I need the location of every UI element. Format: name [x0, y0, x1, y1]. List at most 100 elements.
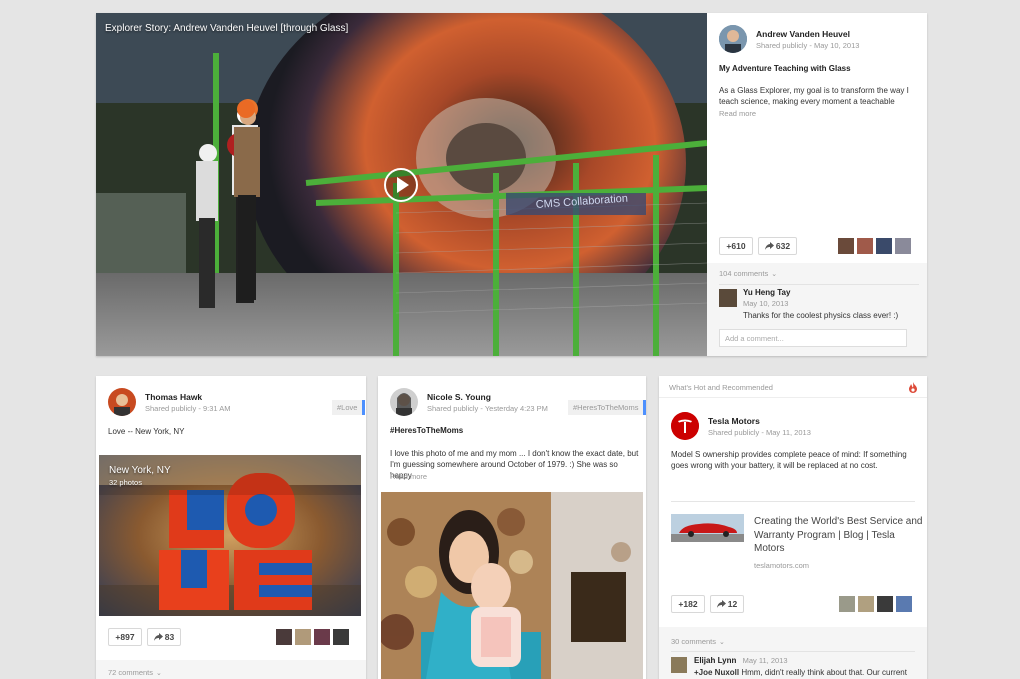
person-icon [108, 388, 136, 416]
share-button[interactable]: 12 [710, 595, 744, 613]
author-avatar[interactable] [719, 25, 747, 53]
link-preview[interactable]: Creating the World's Best Service and Wa… [671, 511, 922, 573]
comments-count: 104 comments [719, 269, 769, 278]
chevron-down-icon: ⌄ [771, 271, 778, 278]
post-meta: Shared publicly - May 11, 2013 [708, 428, 811, 437]
plus-one-button[interactable]: +897 [108, 628, 142, 646]
plusoner-avatar[interactable] [896, 596, 912, 612]
post-card-thomas-hawk: Thomas Hawk Shared publicly - 9:31 AM #L… [96, 376, 366, 679]
comments-toggle[interactable]: 104 comments ⌄ [719, 269, 777, 278]
hot-flame-icon [909, 382, 917, 393]
plusoner-avatar[interactable] [857, 238, 873, 254]
link-domain[interactable]: teslamotors.com [754, 561, 809, 570]
post-time[interactable]: Yesterday 4:23 PM [485, 404, 548, 413]
author-name[interactable]: Thomas Hawk [145, 392, 202, 402]
post-date[interactable]: May 11, 2013 [766, 428, 811, 437]
plusoner-avatar[interactable] [876, 238, 892, 254]
author-name[interactable]: Nicole S. Young [427, 392, 491, 402]
visibility-label: Shared publicly [427, 404, 479, 413]
post-date[interactable]: May 10, 2013 [814, 41, 859, 50]
comment-text: Hmm, didn't really think about that. Our… [741, 668, 907, 677]
comment-date: May 10, 2013 [743, 299, 789, 308]
share-count: 12 [727, 599, 738, 609]
plusoners-avatars[interactable] [838, 238, 911, 254]
plusoner-avatar[interactable] [838, 238, 854, 254]
featured-video-thumbnail[interactable]: CMS Collaboration Explorer Story: Andrew… [96, 13, 707, 356]
post-time[interactable]: 9:31 AM [203, 404, 231, 413]
hashtag-chip[interactable]: #Love [332, 400, 366, 415]
hashtag-line[interactable]: #HeresToTheMoms [390, 426, 463, 435]
share-count: 632 [775, 241, 791, 251]
author-avatar[interactable] [671, 412, 699, 440]
author-name[interactable]: Tesla Motors [708, 416, 760, 426]
author-name[interactable]: Andrew Vanden Heuvel [756, 29, 850, 39]
play-button[interactable] [384, 168, 418, 202]
divider [671, 651, 915, 652]
photo-album[interactable]: New York, NY 32 photos [99, 455, 361, 616]
post-card-nicole-young: Nicole S. Young Shared publicly - Yester… [378, 376, 646, 679]
plusoner-avatar[interactable] [314, 629, 330, 645]
comments-section: 72 comments ⌄ [96, 660, 366, 679]
plusoner-avatar[interactable] [333, 629, 349, 645]
featured-overlay-title: Explorer Story: Andrew Vanden Heuvel [th… [105, 23, 349, 34]
chevron-down-icon: ⌄ [156, 670, 162, 677]
plusoners-avatars[interactable] [839, 596, 912, 612]
add-comment-input[interactable]: Add a comment... [719, 329, 907, 347]
read-more-link[interactable]: Read more [390, 472, 427, 481]
play-icon [397, 177, 409, 193]
add-comment-placeholder: Add a comment... [725, 334, 784, 343]
plus-one-button[interactable]: +610 [719, 237, 753, 255]
read-more-link[interactable]: Read more [719, 109, 756, 118]
share-arrow-icon [716, 600, 726, 608]
share-button[interactable]: 632 [758, 237, 797, 255]
post-title: My Adventure Teaching with Glass [719, 64, 851, 73]
commenter-line: Elijah Lynn May 11, 2013 [694, 656, 788, 665]
comments-toggle[interactable]: 30 comments ⌄ [671, 637, 725, 646]
author-avatar[interactable] [390, 388, 418, 416]
plusoners-avatars[interactable] [276, 629, 349, 645]
plusoner-avatar[interactable] [858, 596, 874, 612]
plus-one-count: +182 [678, 599, 698, 609]
plus-one-count: +897 [115, 632, 135, 642]
divider [719, 284, 919, 285]
comments-section: 30 comments ⌄ Elijah Lynn May 11, 2013 +J… [659, 627, 927, 679]
comments-count: 72 comments [108, 668, 154, 677]
commenter-avatar[interactable] [719, 289, 737, 307]
hashtag-chip[interactable]: #HeresToTheMoms [568, 400, 646, 415]
album-title: New York, NY [109, 465, 171, 476]
visibility-label: Shared publicly [708, 428, 760, 437]
comment-text: Thanks for the coolest physics class eve… [743, 311, 899, 320]
comments-count: 30 comments [671, 637, 717, 646]
photo[interactable] [381, 492, 643, 679]
section-label: What's Hot and Recommended [669, 383, 773, 392]
plus-one-button[interactable]: +182 [671, 595, 705, 613]
post-card-tesla-motors: What's Hot and Recommended Tesla Motors … [659, 376, 927, 679]
comment-date: May 11, 2013 [742, 656, 788, 665]
post-meta: Shared publicly - 9:31 AM [145, 404, 231, 413]
divider [671, 501, 915, 502]
link-title[interactable]: Creating the World's Best Service and Wa… [754, 515, 924, 556]
author-avatar[interactable] [108, 388, 136, 416]
plusoner-avatar[interactable] [839, 596, 855, 612]
comments-toggle[interactable]: 72 comments ⌄ [108, 668, 162, 677]
section-header: What's Hot and Recommended [659, 376, 927, 398]
plusoner-avatar[interactable] [295, 629, 311, 645]
person-icon [719, 25, 747, 53]
share-button[interactable]: 83 [147, 628, 181, 646]
commenter-avatar[interactable] [671, 657, 687, 673]
plusoner-avatar[interactable] [877, 596, 893, 612]
mother-baby-photo [381, 492, 643, 679]
tesla-logo-icon [671, 412, 699, 440]
plusoner-avatar[interactable] [276, 629, 292, 645]
comment-mention[interactable]: +Joe Nuxoll [694, 668, 739, 677]
commenter-name[interactable]: Elijah Lynn [694, 656, 736, 665]
person-icon [390, 388, 418, 416]
plusoner-avatar[interactable] [895, 238, 911, 254]
post-body: As a Glass Explorer, my goal is to trans… [719, 86, 909, 106]
visibility-label: Shared publicly [145, 404, 197, 413]
post-body: I love this photo of me and my mom ... I… [390, 449, 639, 480]
post-meta: Shared publicly - May 10, 2013 [756, 41, 859, 50]
commenter-name[interactable]: Yu Heng Tay [743, 288, 790, 297]
hashtag-label: #HeresToTheMoms [573, 403, 639, 412]
plus-one-count: +610 [726, 241, 746, 251]
